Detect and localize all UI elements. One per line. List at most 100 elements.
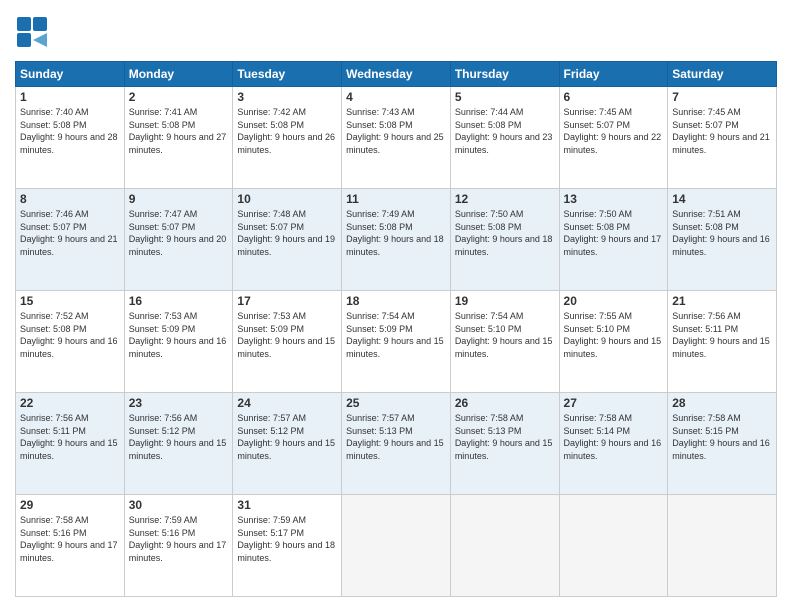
calendar-cell: 2 Sunrise: 7:41 AM Sunset: 5:08 PM Dayli…	[124, 87, 233, 189]
calendar-cell: 27 Sunrise: 7:58 AM Sunset: 5:14 PM Dayl…	[559, 393, 668, 495]
calendar-cell: 20 Sunrise: 7:55 AM Sunset: 5:10 PM Dayl…	[559, 291, 668, 393]
day-info: Sunrise: 7:51 AM Sunset: 5:08 PM Dayligh…	[672, 208, 772, 258]
day-info: Sunrise: 7:57 AM Sunset: 5:13 PM Dayligh…	[346, 412, 446, 462]
calendar-cell: 25 Sunrise: 7:57 AM Sunset: 5:13 PM Dayl…	[342, 393, 451, 495]
day-number: 2	[129, 90, 229, 104]
day-header-thursday: Thursday	[450, 62, 559, 87]
sunrise-label: Sunrise: 7:57 AM	[237, 413, 306, 423]
sunrise-label: Sunrise: 7:59 AM	[237, 515, 306, 525]
day-header-monday: Monday	[124, 62, 233, 87]
daylight-label: Daylight: 9 hours and 15 minutes.	[237, 438, 335, 461]
sunset-label: Sunset: 5:10 PM	[564, 324, 631, 334]
calendar-cell	[668, 495, 777, 597]
calendar-cell: 7 Sunrise: 7:45 AM Sunset: 5:07 PM Dayli…	[668, 87, 777, 189]
page: SundayMondayTuesdayWednesdayThursdayFrid…	[0, 0, 792, 612]
daylight-label: Daylight: 9 hours and 17 minutes.	[564, 234, 662, 257]
day-number: 4	[346, 90, 446, 104]
sunrise-label: Sunrise: 7:47 AM	[129, 209, 198, 219]
calendar-table: SundayMondayTuesdayWednesdayThursdayFrid…	[15, 61, 777, 597]
sunset-label: Sunset: 5:09 PM	[129, 324, 196, 334]
day-number: 7	[672, 90, 772, 104]
daylight-label: Daylight: 9 hours and 15 minutes.	[564, 336, 662, 359]
day-number: 20	[564, 294, 664, 308]
calendar-cell: 28 Sunrise: 7:58 AM Sunset: 5:15 PM Dayl…	[668, 393, 777, 495]
sunset-label: Sunset: 5:16 PM	[129, 528, 196, 538]
day-number: 23	[129, 396, 229, 410]
sunrise-label: Sunrise: 7:58 AM	[455, 413, 524, 423]
sunrise-label: Sunrise: 7:46 AM	[20, 209, 89, 219]
daylight-label: Daylight: 9 hours and 16 minutes.	[129, 336, 227, 359]
day-info: Sunrise: 7:56 AM Sunset: 5:12 PM Dayligh…	[129, 412, 229, 462]
sunset-label: Sunset: 5:08 PM	[237, 120, 304, 130]
calendar-cell: 17 Sunrise: 7:53 AM Sunset: 5:09 PM Dayl…	[233, 291, 342, 393]
calendar-week-1: 1 Sunrise: 7:40 AM Sunset: 5:08 PM Dayli…	[16, 87, 777, 189]
sunset-label: Sunset: 5:08 PM	[20, 324, 87, 334]
day-info: Sunrise: 7:58 AM Sunset: 5:14 PM Dayligh…	[564, 412, 664, 462]
day-header-wednesday: Wednesday	[342, 62, 451, 87]
day-info: Sunrise: 7:47 AM Sunset: 5:07 PM Dayligh…	[129, 208, 229, 258]
day-number: 14	[672, 192, 772, 206]
calendar-cell: 1 Sunrise: 7:40 AM Sunset: 5:08 PM Dayli…	[16, 87, 125, 189]
day-number: 24	[237, 396, 337, 410]
calendar-cell: 31 Sunrise: 7:59 AM Sunset: 5:17 PM Dayl…	[233, 495, 342, 597]
daylight-label: Daylight: 9 hours and 25 minutes.	[346, 132, 444, 155]
daylight-label: Daylight: 9 hours and 20 minutes.	[129, 234, 227, 257]
sunrise-label: Sunrise: 7:57 AM	[346, 413, 415, 423]
sunrise-label: Sunrise: 7:53 AM	[237, 311, 306, 321]
calendar-cell: 23 Sunrise: 7:56 AM Sunset: 5:12 PM Dayl…	[124, 393, 233, 495]
calendar-cell: 12 Sunrise: 7:50 AM Sunset: 5:08 PM Dayl…	[450, 189, 559, 291]
day-info: Sunrise: 7:50 AM Sunset: 5:08 PM Dayligh…	[455, 208, 555, 258]
day-info: Sunrise: 7:45 AM Sunset: 5:07 PM Dayligh…	[672, 106, 772, 156]
sunrise-label: Sunrise: 7:58 AM	[564, 413, 633, 423]
calendar-cell: 14 Sunrise: 7:51 AM Sunset: 5:08 PM Dayl…	[668, 189, 777, 291]
calendar-cell: 5 Sunrise: 7:44 AM Sunset: 5:08 PM Dayli…	[450, 87, 559, 189]
daylight-label: Daylight: 9 hours and 22 minutes.	[564, 132, 662, 155]
day-info: Sunrise: 7:56 AM Sunset: 5:11 PM Dayligh…	[672, 310, 772, 360]
day-info: Sunrise: 7:53 AM Sunset: 5:09 PM Dayligh…	[129, 310, 229, 360]
calendar-cell: 9 Sunrise: 7:47 AM Sunset: 5:07 PM Dayli…	[124, 189, 233, 291]
calendar-cell	[342, 495, 451, 597]
sunrise-label: Sunrise: 7:51 AM	[672, 209, 741, 219]
daylight-label: Daylight: 9 hours and 15 minutes.	[455, 438, 553, 461]
day-header-saturday: Saturday	[668, 62, 777, 87]
sunrise-label: Sunrise: 7:58 AM	[672, 413, 741, 423]
calendar-week-4: 22 Sunrise: 7:56 AM Sunset: 5:11 PM Dayl…	[16, 393, 777, 495]
day-number: 17	[237, 294, 337, 308]
day-info: Sunrise: 7:59 AM Sunset: 5:17 PM Dayligh…	[237, 514, 337, 564]
sunrise-label: Sunrise: 7:56 AM	[20, 413, 89, 423]
daylight-label: Daylight: 9 hours and 15 minutes.	[455, 336, 553, 359]
day-info: Sunrise: 7:44 AM Sunset: 5:08 PM Dayligh…	[455, 106, 555, 156]
calendar-cell: 22 Sunrise: 7:56 AM Sunset: 5:11 PM Dayl…	[16, 393, 125, 495]
sunset-label: Sunset: 5:10 PM	[455, 324, 522, 334]
sunset-label: Sunset: 5:13 PM	[455, 426, 522, 436]
day-info: Sunrise: 7:46 AM Sunset: 5:07 PM Dayligh…	[20, 208, 120, 258]
calendar-cell: 21 Sunrise: 7:56 AM Sunset: 5:11 PM Dayl…	[668, 291, 777, 393]
day-header-friday: Friday	[559, 62, 668, 87]
sunset-label: Sunset: 5:16 PM	[20, 528, 87, 538]
day-number: 9	[129, 192, 229, 206]
sunrise-label: Sunrise: 7:50 AM	[455, 209, 524, 219]
daylight-label: Daylight: 9 hours and 27 minutes.	[129, 132, 227, 155]
sunset-label: Sunset: 5:08 PM	[346, 222, 413, 232]
day-info: Sunrise: 7:58 AM Sunset: 5:13 PM Dayligh…	[455, 412, 555, 462]
day-number: 15	[20, 294, 120, 308]
day-info: Sunrise: 7:57 AM Sunset: 5:12 PM Dayligh…	[237, 412, 337, 462]
daylight-label: Daylight: 9 hours and 21 minutes.	[672, 132, 770, 155]
sunrise-label: Sunrise: 7:44 AM	[455, 107, 524, 117]
day-number: 13	[564, 192, 664, 206]
day-info: Sunrise: 7:55 AM Sunset: 5:10 PM Dayligh…	[564, 310, 664, 360]
daylight-label: Daylight: 9 hours and 17 minutes.	[129, 540, 227, 563]
day-header-sunday: Sunday	[16, 62, 125, 87]
day-info: Sunrise: 7:48 AM Sunset: 5:07 PM Dayligh…	[237, 208, 337, 258]
sunrise-label: Sunrise: 7:55 AM	[564, 311, 633, 321]
sunset-label: Sunset: 5:07 PM	[237, 222, 304, 232]
sunset-label: Sunset: 5:08 PM	[455, 222, 522, 232]
daylight-label: Daylight: 9 hours and 15 minutes.	[129, 438, 227, 461]
day-number: 3	[237, 90, 337, 104]
daylight-label: Daylight: 9 hours and 23 minutes.	[455, 132, 553, 155]
sunrise-label: Sunrise: 7:45 AM	[564, 107, 633, 117]
daylight-label: Daylight: 9 hours and 21 minutes.	[20, 234, 118, 257]
day-number: 16	[129, 294, 229, 308]
day-number: 10	[237, 192, 337, 206]
daylight-label: Daylight: 9 hours and 18 minutes.	[237, 540, 335, 563]
